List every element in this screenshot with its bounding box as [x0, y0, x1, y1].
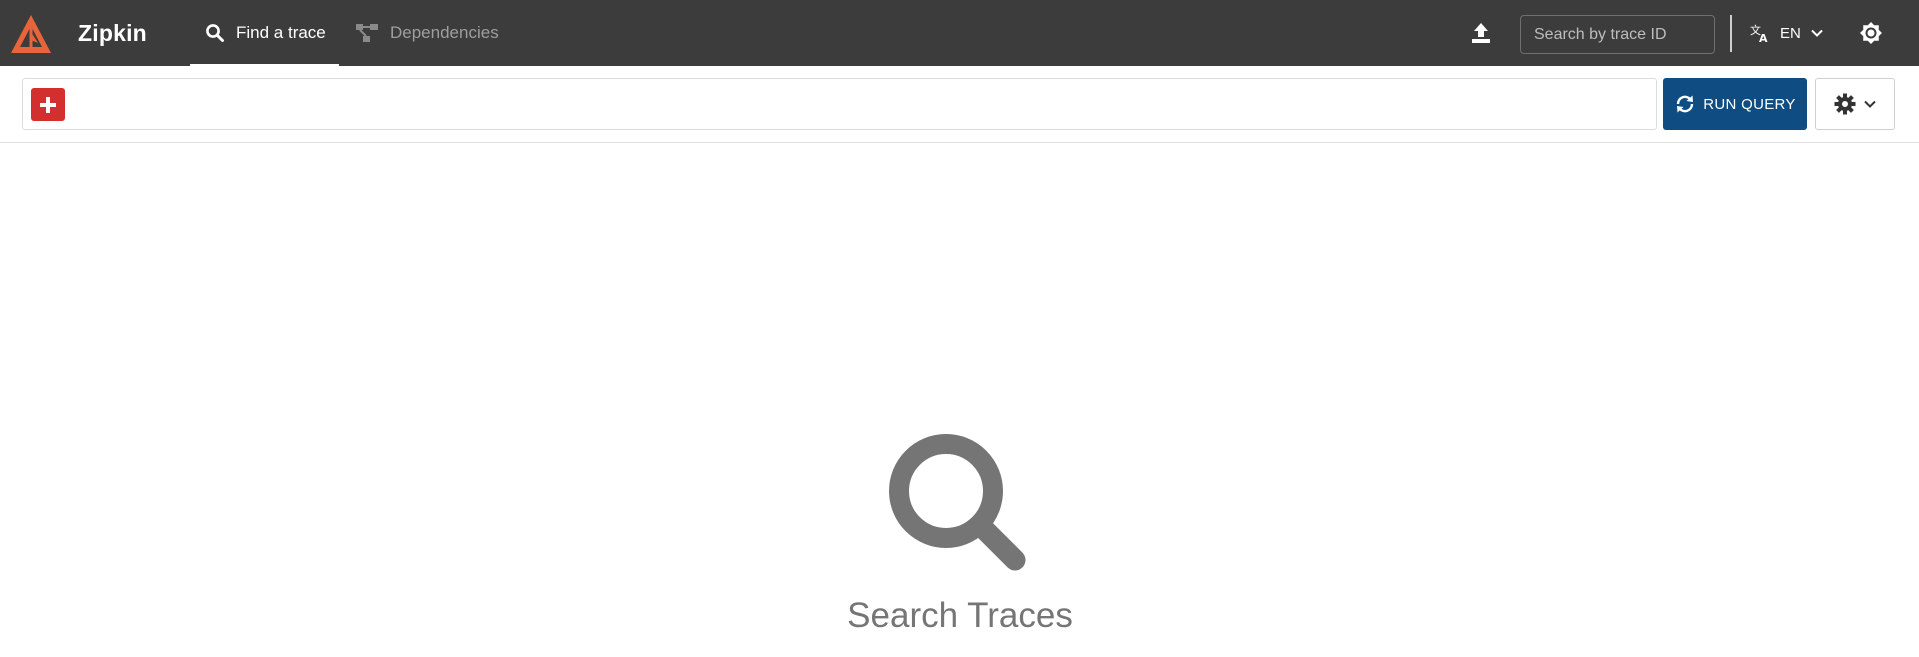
translate-icon: 文 A — [1750, 23, 1768, 43]
language-selector[interactable]: 文 A EN — [1750, 20, 1823, 46]
dependencies-icon — [356, 24, 378, 42]
zipkin-logo-icon[interactable] — [9, 13, 53, 55]
header-divider — [1730, 15, 1732, 52]
tab-label: Find a trace — [236, 23, 326, 42]
sync-icon — [1677, 95, 1694, 113]
svg-text:A: A — [1759, 32, 1768, 43]
plus-icon — [40, 96, 56, 113]
gear-icon — [1834, 93, 1856, 115]
run-query-button[interactable]: RUN QUERY — [1663, 78, 1807, 130]
query-bar: RUN QUERY — [0, 66, 1919, 143]
add-criteria-button[interactable] — [31, 88, 65, 121]
search-icon — [889, 434, 1026, 571]
chevron-down-icon — [1864, 100, 1876, 108]
app-header: Zipkin Find a trace Dependencies 文 A EN — [0, 0, 1919, 66]
empty-state-message: Search Traces — [847, 596, 1073, 635]
query-criteria-box[interactable] — [22, 78, 1657, 130]
tab-find-a-trace[interactable]: Find a trace — [190, 0, 339, 66]
app-title[interactable]: Zipkin — [78, 20, 147, 47]
upload-icon[interactable] — [1469, 21, 1493, 45]
brightness-icon[interactable] — [1859, 21, 1883, 45]
trace-id-search-input[interactable] — [1520, 15, 1715, 54]
tab-label: Dependencies — [390, 23, 499, 42]
language-code: EN — [1780, 24, 1801, 42]
chevron-down-icon — [1811, 29, 1823, 37]
search-icon — [206, 24, 224, 42]
tab-dependencies[interactable]: Dependencies — [355, 0, 505, 66]
run-query-label: RUN QUERY — [1703, 95, 1796, 113]
query-settings-button[interactable] — [1815, 78, 1895, 130]
